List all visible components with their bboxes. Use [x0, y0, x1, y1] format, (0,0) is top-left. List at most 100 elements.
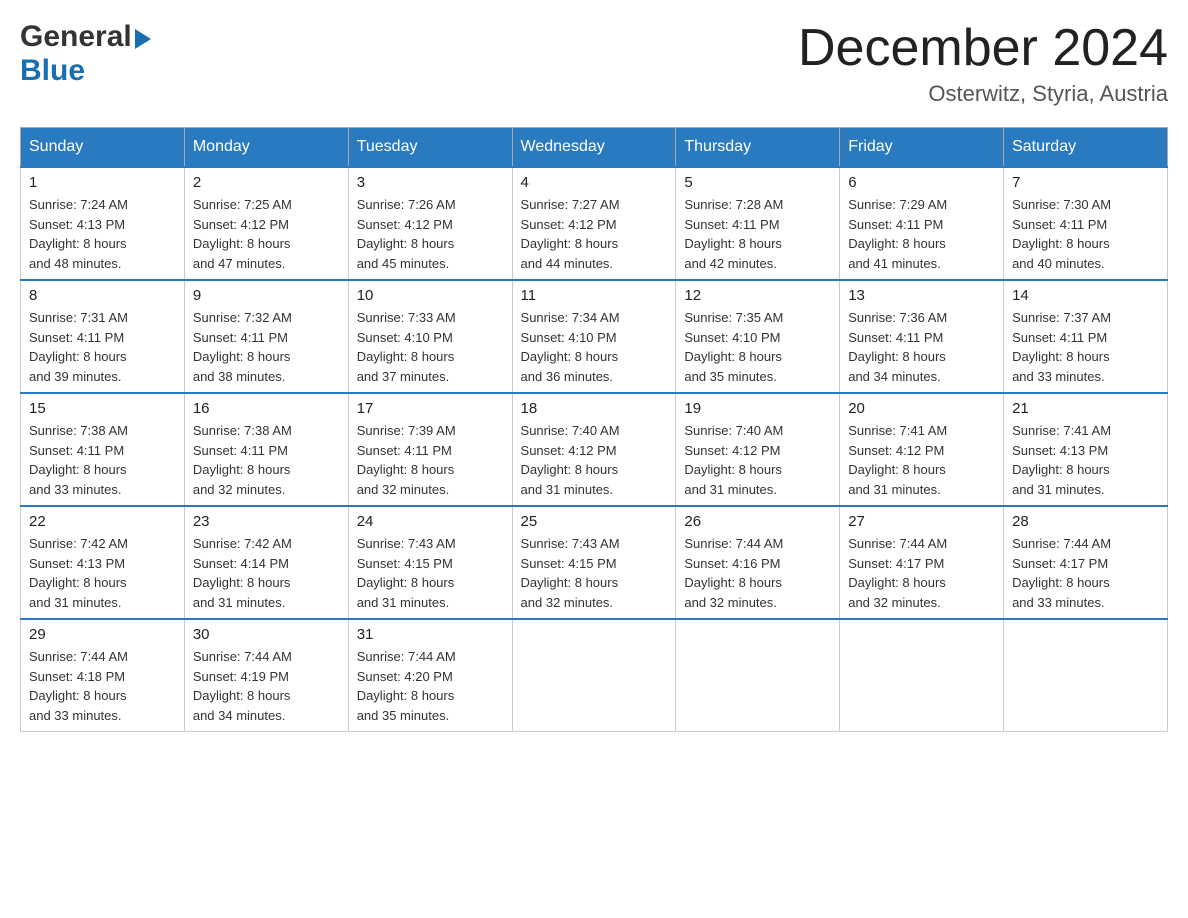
header-sunday: Sunday [21, 128, 185, 168]
day-number: 26 [684, 513, 831, 530]
calendar-cell: 14 Sunrise: 7:37 AM Sunset: 4:11 PM Dayl… [1004, 280, 1168, 393]
day-number: 17 [357, 400, 504, 417]
calendar-cell: 28 Sunrise: 7:44 AM Sunset: 4:17 PM Dayl… [1004, 506, 1168, 619]
calendar-cell: 3 Sunrise: 7:26 AM Sunset: 4:12 PM Dayli… [348, 167, 512, 280]
week-row-5: 29 Sunrise: 7:44 AM Sunset: 4:18 PM Dayl… [21, 619, 1168, 732]
day-info: Sunrise: 7:38 AM Sunset: 4:11 PM Dayligh… [29, 421, 176, 499]
day-number: 18 [521, 400, 668, 417]
day-info: Sunrise: 7:40 AM Sunset: 4:12 PM Dayligh… [521, 421, 668, 499]
calendar-cell: 9 Sunrise: 7:32 AM Sunset: 4:11 PM Dayli… [184, 280, 348, 393]
calendar-cell [840, 619, 1004, 732]
day-number: 4 [521, 174, 668, 191]
calendar-cell: 8 Sunrise: 7:31 AM Sunset: 4:11 PM Dayli… [21, 280, 185, 393]
calendar-cell: 31 Sunrise: 7:44 AM Sunset: 4:20 PM Dayl… [348, 619, 512, 732]
calendar-cell: 17 Sunrise: 7:39 AM Sunset: 4:11 PM Dayl… [348, 393, 512, 506]
day-number: 28 [1012, 513, 1159, 530]
calendar-cell: 23 Sunrise: 7:42 AM Sunset: 4:14 PM Dayl… [184, 506, 348, 619]
day-info: Sunrise: 7:42 AM Sunset: 4:13 PM Dayligh… [29, 534, 176, 612]
logo-blue: Blue [20, 54, 85, 87]
day-info: Sunrise: 7:26 AM Sunset: 4:12 PM Dayligh… [357, 195, 504, 273]
day-number: 25 [521, 513, 668, 530]
day-info: Sunrise: 7:41 AM Sunset: 4:13 PM Dayligh… [1012, 421, 1159, 499]
calendar-cell [676, 619, 840, 732]
title-section: December 2024 Osterwitz, Styria, Austria [798, 20, 1168, 107]
day-info: Sunrise: 7:43 AM Sunset: 4:15 PM Dayligh… [357, 534, 504, 612]
day-info: Sunrise: 7:34 AM Sunset: 4:10 PM Dayligh… [521, 308, 668, 386]
day-number: 5 [684, 174, 831, 191]
header-friday: Friday [840, 128, 1004, 168]
calendar-cell: 21 Sunrise: 7:41 AM Sunset: 4:13 PM Dayl… [1004, 393, 1168, 506]
day-info: Sunrise: 7:43 AM Sunset: 4:15 PM Dayligh… [521, 534, 668, 612]
calendar-cell: 30 Sunrise: 7:44 AM Sunset: 4:19 PM Dayl… [184, 619, 348, 732]
day-info: Sunrise: 7:39 AM Sunset: 4:11 PM Dayligh… [357, 421, 504, 499]
day-number: 9 [193, 287, 340, 304]
month-title: December 2024 [798, 20, 1168, 77]
day-info: Sunrise: 7:44 AM Sunset: 4:17 PM Dayligh… [848, 534, 995, 612]
calendar-cell: 7 Sunrise: 7:30 AM Sunset: 4:11 PM Dayli… [1004, 167, 1168, 280]
day-info: Sunrise: 7:44 AM Sunset: 4:18 PM Dayligh… [29, 647, 176, 725]
calendar-cell: 18 Sunrise: 7:40 AM Sunset: 4:12 PM Dayl… [512, 393, 676, 506]
calendar-cell: 6 Sunrise: 7:29 AM Sunset: 4:11 PM Dayli… [840, 167, 1004, 280]
calendar-cell: 2 Sunrise: 7:25 AM Sunset: 4:12 PM Dayli… [184, 167, 348, 280]
day-number: 6 [848, 174, 995, 191]
day-number: 31 [357, 626, 504, 643]
day-info: Sunrise: 7:41 AM Sunset: 4:12 PM Dayligh… [848, 421, 995, 499]
week-row-1: 1 Sunrise: 7:24 AM Sunset: 4:13 PM Dayli… [21, 167, 1168, 280]
day-info: Sunrise: 7:33 AM Sunset: 4:10 PM Dayligh… [357, 308, 504, 386]
calendar-cell: 25 Sunrise: 7:43 AM Sunset: 4:15 PM Dayl… [512, 506, 676, 619]
day-number: 8 [29, 287, 176, 304]
day-info: Sunrise: 7:40 AM Sunset: 4:12 PM Dayligh… [684, 421, 831, 499]
calendar-cell: 15 Sunrise: 7:38 AM Sunset: 4:11 PM Dayl… [21, 393, 185, 506]
week-row-3: 15 Sunrise: 7:38 AM Sunset: 4:11 PM Dayl… [21, 393, 1168, 506]
day-number: 21 [1012, 400, 1159, 417]
day-info: Sunrise: 7:44 AM Sunset: 4:16 PM Dayligh… [684, 534, 831, 612]
day-info: Sunrise: 7:27 AM Sunset: 4:12 PM Dayligh… [521, 195, 668, 273]
day-number: 30 [193, 626, 340, 643]
day-info: Sunrise: 7:25 AM Sunset: 4:12 PM Dayligh… [193, 195, 340, 273]
calendar-cell: 10 Sunrise: 7:33 AM Sunset: 4:10 PM Dayl… [348, 280, 512, 393]
calendar-cell: 16 Sunrise: 7:38 AM Sunset: 4:11 PM Dayl… [184, 393, 348, 506]
week-row-2: 8 Sunrise: 7:31 AM Sunset: 4:11 PM Dayli… [21, 280, 1168, 393]
day-info: Sunrise: 7:31 AM Sunset: 4:11 PM Dayligh… [29, 308, 176, 386]
day-number: 20 [848, 400, 995, 417]
header-saturday: Saturday [1004, 128, 1168, 168]
calendar-cell: 1 Sunrise: 7:24 AM Sunset: 4:13 PM Dayli… [21, 167, 185, 280]
day-info: Sunrise: 7:38 AM Sunset: 4:11 PM Dayligh… [193, 421, 340, 499]
days-header-row: SundayMondayTuesdayWednesdayThursdayFrid… [21, 128, 1168, 168]
header-wednesday: Wednesday [512, 128, 676, 168]
calendar-cell: 22 Sunrise: 7:42 AM Sunset: 4:13 PM Dayl… [21, 506, 185, 619]
day-number: 10 [357, 287, 504, 304]
day-info: Sunrise: 7:32 AM Sunset: 4:11 PM Dayligh… [193, 308, 340, 386]
day-number: 11 [521, 287, 668, 304]
day-number: 1 [29, 174, 176, 191]
calendar-cell: 13 Sunrise: 7:36 AM Sunset: 4:11 PM Dayl… [840, 280, 1004, 393]
day-number: 3 [357, 174, 504, 191]
calendar-cell: 20 Sunrise: 7:41 AM Sunset: 4:12 PM Dayl… [840, 393, 1004, 506]
day-number: 22 [29, 513, 176, 530]
day-info: Sunrise: 7:24 AM Sunset: 4:13 PM Dayligh… [29, 195, 176, 273]
header-tuesday: Tuesday [348, 128, 512, 168]
calendar-cell: 19 Sunrise: 7:40 AM Sunset: 4:12 PM Dayl… [676, 393, 840, 506]
header-monday: Monday [184, 128, 348, 168]
calendar-cell: 5 Sunrise: 7:28 AM Sunset: 4:11 PM Dayli… [676, 167, 840, 280]
calendar-cell: 27 Sunrise: 7:44 AM Sunset: 4:17 PM Dayl… [840, 506, 1004, 619]
page-header: General Blue December 2024 Osterwitz, St… [20, 20, 1168, 107]
logo: General Blue [20, 20, 151, 88]
location-title: Osterwitz, Styria, Austria [798, 81, 1168, 107]
day-info: Sunrise: 7:30 AM Sunset: 4:11 PM Dayligh… [1012, 195, 1159, 273]
day-number: 15 [29, 400, 176, 417]
day-number: 19 [684, 400, 831, 417]
day-info: Sunrise: 7:44 AM Sunset: 4:17 PM Dayligh… [1012, 534, 1159, 612]
day-info: Sunrise: 7:42 AM Sunset: 4:14 PM Dayligh… [193, 534, 340, 612]
logo-general: General [20, 20, 132, 54]
calendar-cell: 24 Sunrise: 7:43 AM Sunset: 4:15 PM Dayl… [348, 506, 512, 619]
calendar-cell: 26 Sunrise: 7:44 AM Sunset: 4:16 PM Dayl… [676, 506, 840, 619]
day-number: 13 [848, 287, 995, 304]
calendar-table: SundayMondayTuesdayWednesdayThursdayFrid… [20, 127, 1168, 732]
day-number: 29 [29, 626, 176, 643]
day-info: Sunrise: 7:35 AM Sunset: 4:10 PM Dayligh… [684, 308, 831, 386]
calendar-cell: 4 Sunrise: 7:27 AM Sunset: 4:12 PM Dayli… [512, 167, 676, 280]
calendar-cell [1004, 619, 1168, 732]
day-info: Sunrise: 7:37 AM Sunset: 4:11 PM Dayligh… [1012, 308, 1159, 386]
week-row-4: 22 Sunrise: 7:42 AM Sunset: 4:13 PM Dayl… [21, 506, 1168, 619]
